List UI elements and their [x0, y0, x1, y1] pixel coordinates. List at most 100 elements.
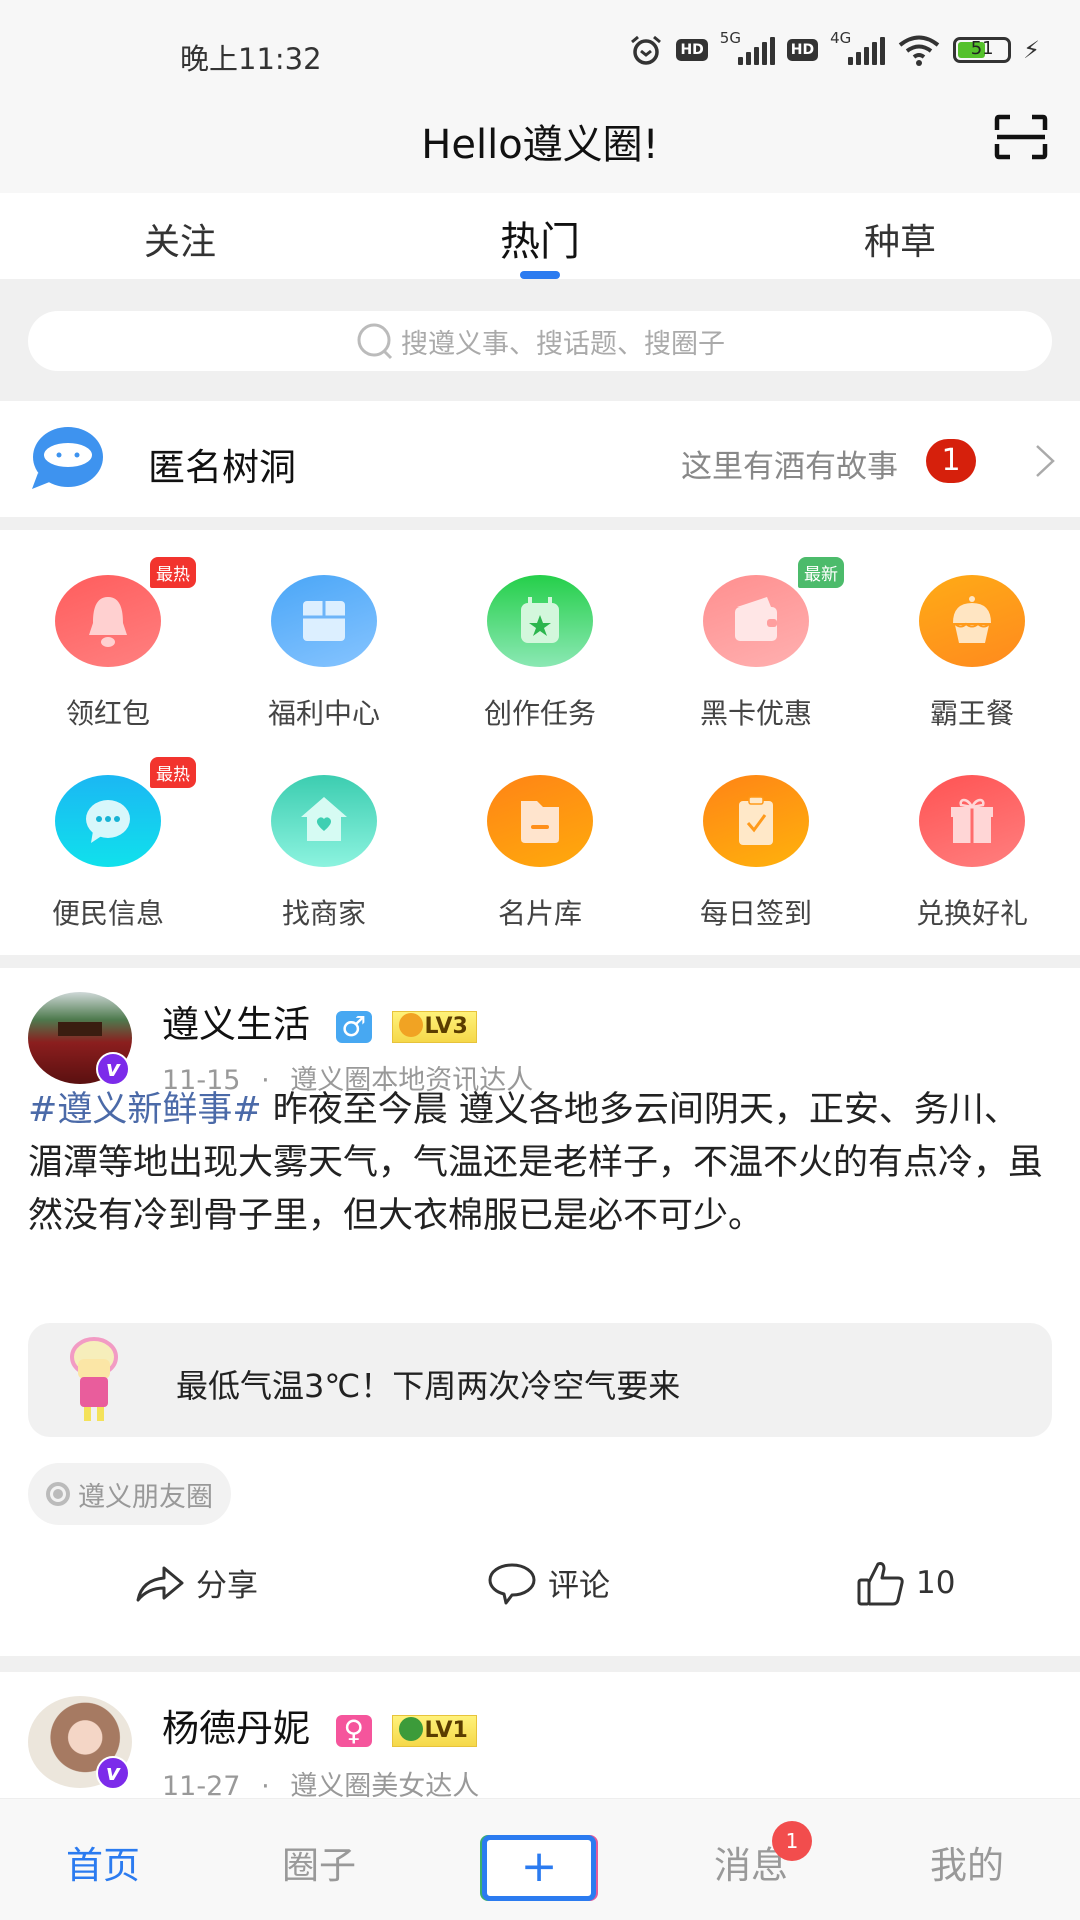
signal-5g-icon: 5G [720, 29, 775, 65]
level-badge: LV3 [391, 1010, 477, 1043]
level-text: LV1 [424, 1717, 468, 1743]
search-area: 搜遵义事、搜话题、搜圈子 [0, 279, 1080, 401]
like-count: 10 [916, 1565, 956, 1601]
nav-circles[interactable]: 圈子 [282, 1835, 356, 1889]
grid-item-black-card[interactable]: 最新 黑卡优惠 [648, 530, 864, 730]
notification-badge: 1 [926, 439, 976, 483]
grid-item-local-info[interactable]: 最热 便民信息 [0, 730, 216, 930]
grid-label: 创作任务 [483, 697, 596, 730]
feed-post[interactable]: v 杨德丹妮 ♀ LV1 11-27 · 遵义圈美女达人 [0, 1672, 1080, 1802]
house-heart-icon [271, 775, 377, 867]
medal-icon [398, 1716, 423, 1741]
grid-label: 名片库 [497, 897, 582, 930]
avatar-sign [58, 1022, 102, 1036]
gift-icon [919, 775, 1025, 867]
hot-badge: 最热 [150, 757, 196, 788]
share-label: 分享 [196, 1568, 258, 1604]
feed-tabs: 关注 热门 种草 [0, 193, 1080, 279]
grid-item-daily-checkin[interactable]: 每日签到 [648, 730, 864, 930]
level-badge: LV1 [391, 1714, 477, 1747]
tab-recommend[interactable]: 种草 [720, 193, 1080, 279]
treehole-title: 匿名树洞 [148, 446, 296, 489]
thumbs-up-icon [857, 1562, 904, 1606]
level-text: LV3 [424, 1013, 468, 1039]
chevron-right-icon [1036, 445, 1055, 477]
box-icon [271, 575, 377, 667]
tab-label: 种草 [863, 222, 936, 263]
grid-label: 福利中心 [267, 697, 380, 730]
grid-item-red-packet[interactable]: 最热 领红包 [0, 530, 216, 730]
circle-tag[interactable]: 遵义朋友圈 [28, 1463, 231, 1525]
network-type-label: 4G [830, 29, 852, 47]
feature-grid: 最热 领红包 福利中心 创作任务 最新 黑卡优惠 霸王餐 最热 便民信息 找商家… [0, 530, 1080, 955]
active-tab-indicator [520, 271, 560, 279]
verified-badge: v [96, 1052, 130, 1086]
network-type-label: 5G [719, 29, 741, 47]
link-card[interactable]: 最低气温3℃！下周两次冷空气要来 [28, 1323, 1052, 1437]
male-icon: ♂ [335, 1010, 372, 1043]
hd-icon: HD [786, 39, 819, 61]
treehole-subtitle: 这里有酒有故事 [681, 449, 898, 485]
grid-item-creation-tasks[interactable]: 创作任务 [432, 530, 648, 730]
chat-bubble-icon [32, 427, 103, 489]
message-icon [55, 775, 161, 867]
grid-label: 找商家 [281, 897, 366, 930]
grid-label: 便民信息 [51, 897, 164, 930]
cupcake-icon [919, 575, 1025, 667]
search-icon [357, 323, 393, 360]
share-icon [136, 1566, 184, 1601]
clipboard-check-icon [703, 775, 809, 867]
nav-profile[interactable]: 我的 [930, 1835, 1004, 1889]
page-title: Hello遵义圈! [421, 122, 659, 168]
grid-item-welfare-center[interactable]: 福利中心 [216, 530, 432, 730]
status-bar: 晚上11:32 HD 5G HD 4G 51 ⚡ [0, 0, 1080, 100]
grid-label: 霸王餐 [929, 697, 1014, 730]
medal-icon [398, 1012, 423, 1037]
link-card-title: 最低气温3℃！下周两次冷空气要来 [176, 1367, 681, 1405]
alarm-icon [631, 35, 662, 65]
tab-hot[interactable]: 热门 [360, 193, 720, 279]
signal-4g-icon: 4G [830, 29, 886, 65]
status-time: 晚上11:32 [180, 42, 322, 76]
bell-icon [55, 575, 161, 667]
grid-label: 每日签到 [699, 897, 812, 930]
like-button[interactable]: 10 [856, 1560, 955, 1606]
nav-home[interactable]: 首页 [66, 1835, 140, 1889]
scan-icon[interactable] [994, 114, 1048, 160]
app-header: Hello遵义圈! [0, 100, 1080, 193]
battery-level: 51 [970, 38, 994, 59]
status-icons: HD 5G HD 4G 51 ⚡ [628, 29, 1040, 66]
anonymous-treehole-row[interactable]: 匿名树洞 这里有酒有故事 1 [0, 401, 1080, 517]
grid-item-card-library[interactable]: 名片库 [432, 730, 648, 930]
create-post-button[interactable]: + [482, 1835, 596, 1901]
hot-badge: 最热 [150, 557, 196, 588]
search-placeholder: 搜遵义事、搜话题、搜圈子 [401, 328, 725, 360]
wifi-icon [898, 35, 940, 66]
search-input[interactable]: 搜遵义事、搜话题、搜圈子 [28, 311, 1052, 371]
grid-item-find-merchant[interactable]: 找商家 [216, 730, 432, 930]
battery-icon: 51 [953, 37, 1012, 63]
tab-label: 关注 [143, 222, 216, 263]
hashtag-link[interactable]: #遵义新鲜事# [28, 1090, 262, 1130]
verified-badge: v [96, 1756, 130, 1790]
grid-item-redeem-gifts[interactable]: 兑换好礼 [864, 730, 1080, 930]
comment-button[interactable]: 评论 [486, 1560, 610, 1605]
share-button[interactable]: 分享 [134, 1560, 258, 1605]
charging-icon: ⚡ [1023, 36, 1040, 64]
tab-follow[interactable]: 关注 [0, 193, 360, 279]
author-line: 杨德丹妮 ♀ LV1 [162, 1698, 477, 1752]
feed-post[interactable]: v 遵义生活 ♂ LV3 11-15 · 遵义圈本地资讯达人 #遵义新鲜事# 昨… [0, 968, 1080, 1656]
hd-icon: HD [676, 39, 708, 61]
grid-label: 兑换好礼 [915, 897, 1028, 930]
new-badge: 最新 [798, 557, 844, 588]
author-name[interactable]: 杨德丹妮 [162, 1707, 310, 1750]
comment-label: 评论 [548, 1568, 610, 1604]
female-icon: ♀ [335, 1714, 372, 1747]
post-actions: 分享 评论 10 [0, 1548, 1080, 1623]
author-name[interactable]: 遵义生活 [162, 1003, 310, 1046]
comment-icon [488, 1563, 536, 1604]
bottom-navigation: 首页 圈子 + 消息 1 我的 [0, 1798, 1080, 1920]
author-line: 遵义生活 ♂ LV3 [162, 994, 477, 1048]
folder-icon [487, 775, 593, 867]
grid-item-free-meal[interactable]: 霸王餐 [864, 530, 1080, 730]
